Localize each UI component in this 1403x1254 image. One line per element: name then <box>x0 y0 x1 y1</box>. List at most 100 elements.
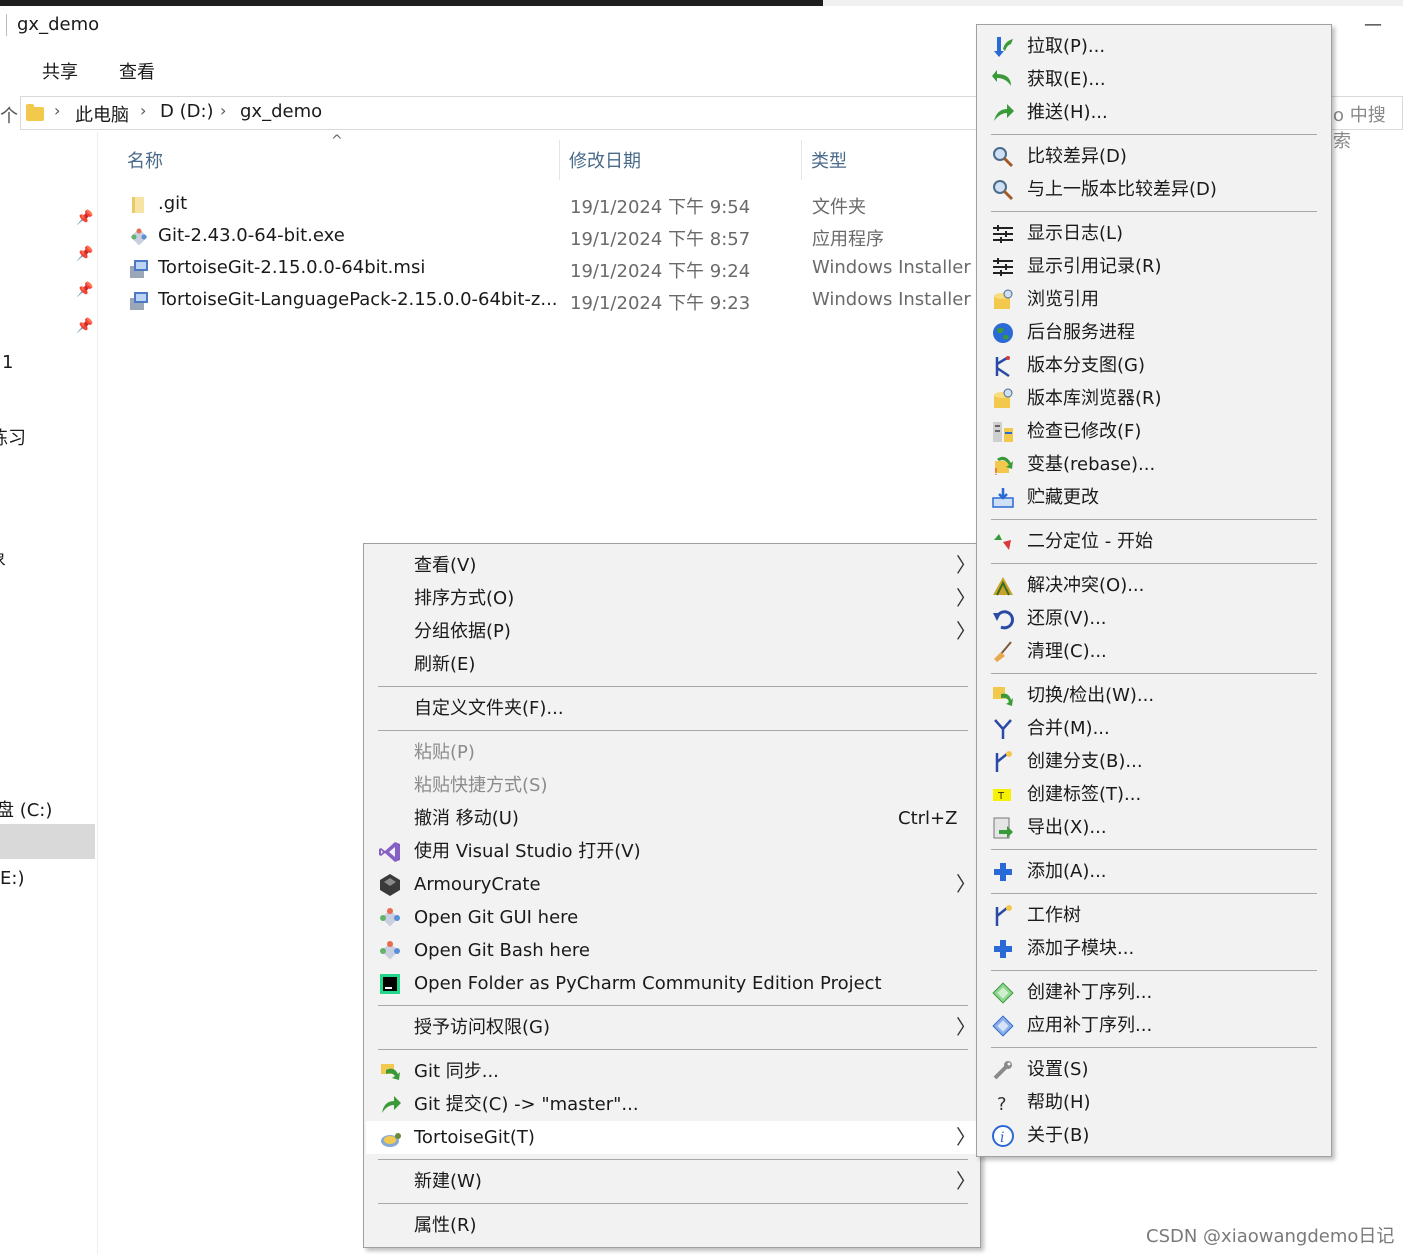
menu-item-push[interactable]: 推送(H)... <box>979 96 1329 129</box>
file-modified: 19/1/2024 下午 9:24 <box>570 261 751 282</box>
menu-item-refresh[interactable]: 刷新(E) <box>366 648 978 681</box>
menu-item-merge[interactable]: 合并(M)... <box>979 712 1329 745</box>
menu-item-resolve-conflicts[interactable]: 解决冲突(O)... <box>979 569 1329 602</box>
menu-item-daemon[interactable]: 后台服务进程 <box>979 316 1329 349</box>
chevron-right-icon: › <box>220 101 227 120</box>
menu-item-open-git-gui[interactable]: Open Git GUI here <box>366 901 978 934</box>
menu-separator <box>991 893 1317 894</box>
menu-item-switch-checkout[interactable]: 切换/检出(W)... <box>979 679 1329 712</box>
minimize-button[interactable]: — <box>1364 14 1382 35</box>
menu-item-check-modifications[interactable]: 检查已修改(F) <box>979 415 1329 448</box>
menu-item-add-submodule[interactable]: 添加子模块... <box>979 932 1329 965</box>
menu-item-settings[interactable]: 设置(S) <box>979 1053 1329 1086</box>
menu-item-label: TortoiseGit(T) <box>414 1127 535 1148</box>
file-type: 文件夹 <box>812 197 866 218</box>
menu-item-git-sync[interactable]: Git 同步... <box>366 1055 978 1088</box>
column-header-modified[interactable]: 修改日期 <box>569 147 641 173</box>
menu-item-pull[interactable]: 拉取(P)... <box>979 30 1329 63</box>
menu-item-create-tag[interactable]: T 创建标签(T)... <box>979 778 1329 811</box>
menu-item-label: 授予访问权限(G) <box>414 1017 550 1038</box>
menu-item-tortoisegit[interactable]: TortoiseGit(T) 〉 <box>366 1121 978 1154</box>
up-button[interactable]: 个 <box>0 102 18 128</box>
nav-item-drive-e[interactable]: E:) <box>0 868 24 889</box>
worktree-icon <box>995 905 1012 926</box>
menu-item-label: 关于(B) <box>1027 1125 1090 1146</box>
breadcrumb-drive-d[interactable]: D (D:) <box>160 101 214 122</box>
daemon-icon <box>993 323 1013 343</box>
menu-item-stash[interactable]: 贮藏更改 <box>979 481 1329 514</box>
menu-separator <box>378 686 968 687</box>
menu-item-add[interactable]: 添加(A)... <box>979 855 1329 888</box>
menu-item-group-by[interactable]: 分组依据(P) 〉 <box>366 615 978 648</box>
search-box[interactable]: o 中搜索 <box>1333 101 1403 153</box>
menu-item-export[interactable]: 导出(X)... <box>979 811 1329 844</box>
menu-item-worktree[interactable]: 工作树 <box>979 899 1329 932</box>
file-modified: 19/1/2024 下午 8:57 <box>570 229 751 250</box>
menu-item-rebase[interactable]: ! 变基(rebase)... <box>979 448 1329 481</box>
file-row[interactable]: TortoiseGit-LanguagePack-2.15.0.0-64bit-… <box>0 286 994 318</box>
nav-item[interactable]: 练习 <box>0 424 26 450</box>
git-gui-icon <box>380 908 400 927</box>
menu-item-undo-move[interactable]: 撤消 移动(U) Ctrl+Z <box>366 802 978 835</box>
svg-text:T: T <box>997 791 1005 802</box>
column-header-type[interactable]: 类型 <box>811 147 847 173</box>
menu-item-label: 使用 Visual Studio 打开(V) <box>414 841 641 862</box>
column-divider[interactable] <box>801 140 802 180</box>
menu-item-show-reflog[interactable]: 显示引用记录(R) <box>979 250 1329 283</box>
ribbon-tab-view[interactable]: 查看 <box>119 58 155 84</box>
nav-item-drive-c[interactable]: 盘 (C:) <box>0 796 52 822</box>
nav-item[interactable]: 1 <box>2 352 13 373</box>
branch-icon <box>995 751 1012 772</box>
menu-item-view[interactable]: 查看(V) 〉 <box>366 549 978 582</box>
menu-item-show-log[interactable]: 显示日志(L) <box>979 217 1329 250</box>
menu-item-paste-shortcut: 粘贴快捷方式(S) <box>366 769 978 802</box>
file-row[interactable]: .git 19/1/2024 下午 9:54 文件夹 <box>0 190 975 222</box>
menu-item-repo-browser[interactable]: 版本库浏览器(R) <box>979 382 1329 415</box>
file-name: Git-2.43.0-64-bit.exe <box>158 225 345 246</box>
menu-item-grant-access[interactable]: 授予访问权限(G) 〉 <box>366 1011 978 1044</box>
column-divider[interactable] <box>559 140 560 180</box>
menu-item-new[interactable]: 新建(W) 〉 <box>366 1165 978 1198</box>
menu-item-fetch[interactable]: 获取(E)... <box>979 63 1329 96</box>
git-bash-icon <box>380 941 400 960</box>
menu-item-revision-graph[interactable]: 版本分支图(G) <box>979 349 1329 382</box>
menu-item-revert[interactable]: 还原(V)... <box>979 602 1329 635</box>
merge-icon <box>994 719 1012 739</box>
export-icon <box>993 817 1013 839</box>
menu-item-apply-patch[interactable]: 应用补丁序列... <box>979 1009 1329 1042</box>
breadcrumb-gx-demo[interactable]: gx_demo <box>240 101 322 122</box>
nav-item[interactable]: 象 <box>0 545 6 571</box>
menu-item-customize-folder[interactable]: 自定义文件夹(F)... <box>366 692 978 725</box>
menu-item-help[interactable]: ? 帮助(H) <box>979 1086 1329 1119</box>
menu-item-about[interactable]: i 关于(B) <box>979 1119 1329 1152</box>
menu-separator <box>378 1005 968 1006</box>
create-patch-icon <box>992 982 1014 1004</box>
column-header-name[interactable]: 名称 <box>127 147 163 173</box>
breadcrumb-this-pc[interactable]: 此电脑 <box>75 101 129 127</box>
ribbon-tab-share[interactable]: 共享 <box>42 58 78 84</box>
menu-item-create-branch[interactable]: 创建分支(B)... <box>979 745 1329 778</box>
file-type: Windows Installer ... <box>812 289 994 310</box>
menu-item-label: 版本分支图(G) <box>1027 355 1145 376</box>
chevron-right-icon: 〉 <box>956 586 976 610</box>
bisect-icon <box>994 534 1011 550</box>
menu-item-open-visual-studio[interactable]: 使用 Visual Studio 打开(V) <box>366 835 978 868</box>
file-row[interactable]: Git-2.43.0-64-bit.exe 19/1/2024 下午 8:57 … <box>0 222 975 254</box>
menu-item-git-commit[interactable]: Git 提交(C) -> "master"... <box>366 1088 978 1121</box>
menu-item-create-patch[interactable]: 创建补丁序列... <box>979 976 1329 1009</box>
nav-item-selected[interactable] <box>0 824 95 859</box>
menu-item-bisect-start[interactable]: 二分定位 - 开始 <box>979 525 1329 558</box>
menu-item-open-pycharm[interactable]: Open Folder as PyCharm Community Edition… <box>366 967 978 1000</box>
menu-item-properties[interactable]: 属性(R) <box>366 1209 978 1242</box>
menu-item-label: 查看(V) <box>414 555 477 576</box>
menu-item-sort[interactable]: 排序方式(O) 〉 <box>366 582 978 615</box>
menu-item-browse-refs[interactable]: 浏览引用 <box>979 283 1329 316</box>
menu-item-diff[interactable]: 比较差异(D) <box>979 140 1329 173</box>
menu-item-label: 浏览引用 <box>1027 289 1099 310</box>
menu-item-armoury-crate[interactable]: ArmouryCrate 〉 <box>366 868 978 901</box>
file-row[interactable]: TortoiseGit-2.15.0.0-64bit.msi 19/1/2024… <box>0 254 994 286</box>
menu-item-open-git-bash[interactable]: Open Git Bash here <box>366 934 978 967</box>
menu-item-diff-previous[interactable]: 与上一版本比较差异(D) <box>979 173 1329 206</box>
menu-item-label: 属性(R) <box>414 1215 477 1236</box>
menu-item-cleanup[interactable]: 清理(C)... <box>979 635 1329 668</box>
